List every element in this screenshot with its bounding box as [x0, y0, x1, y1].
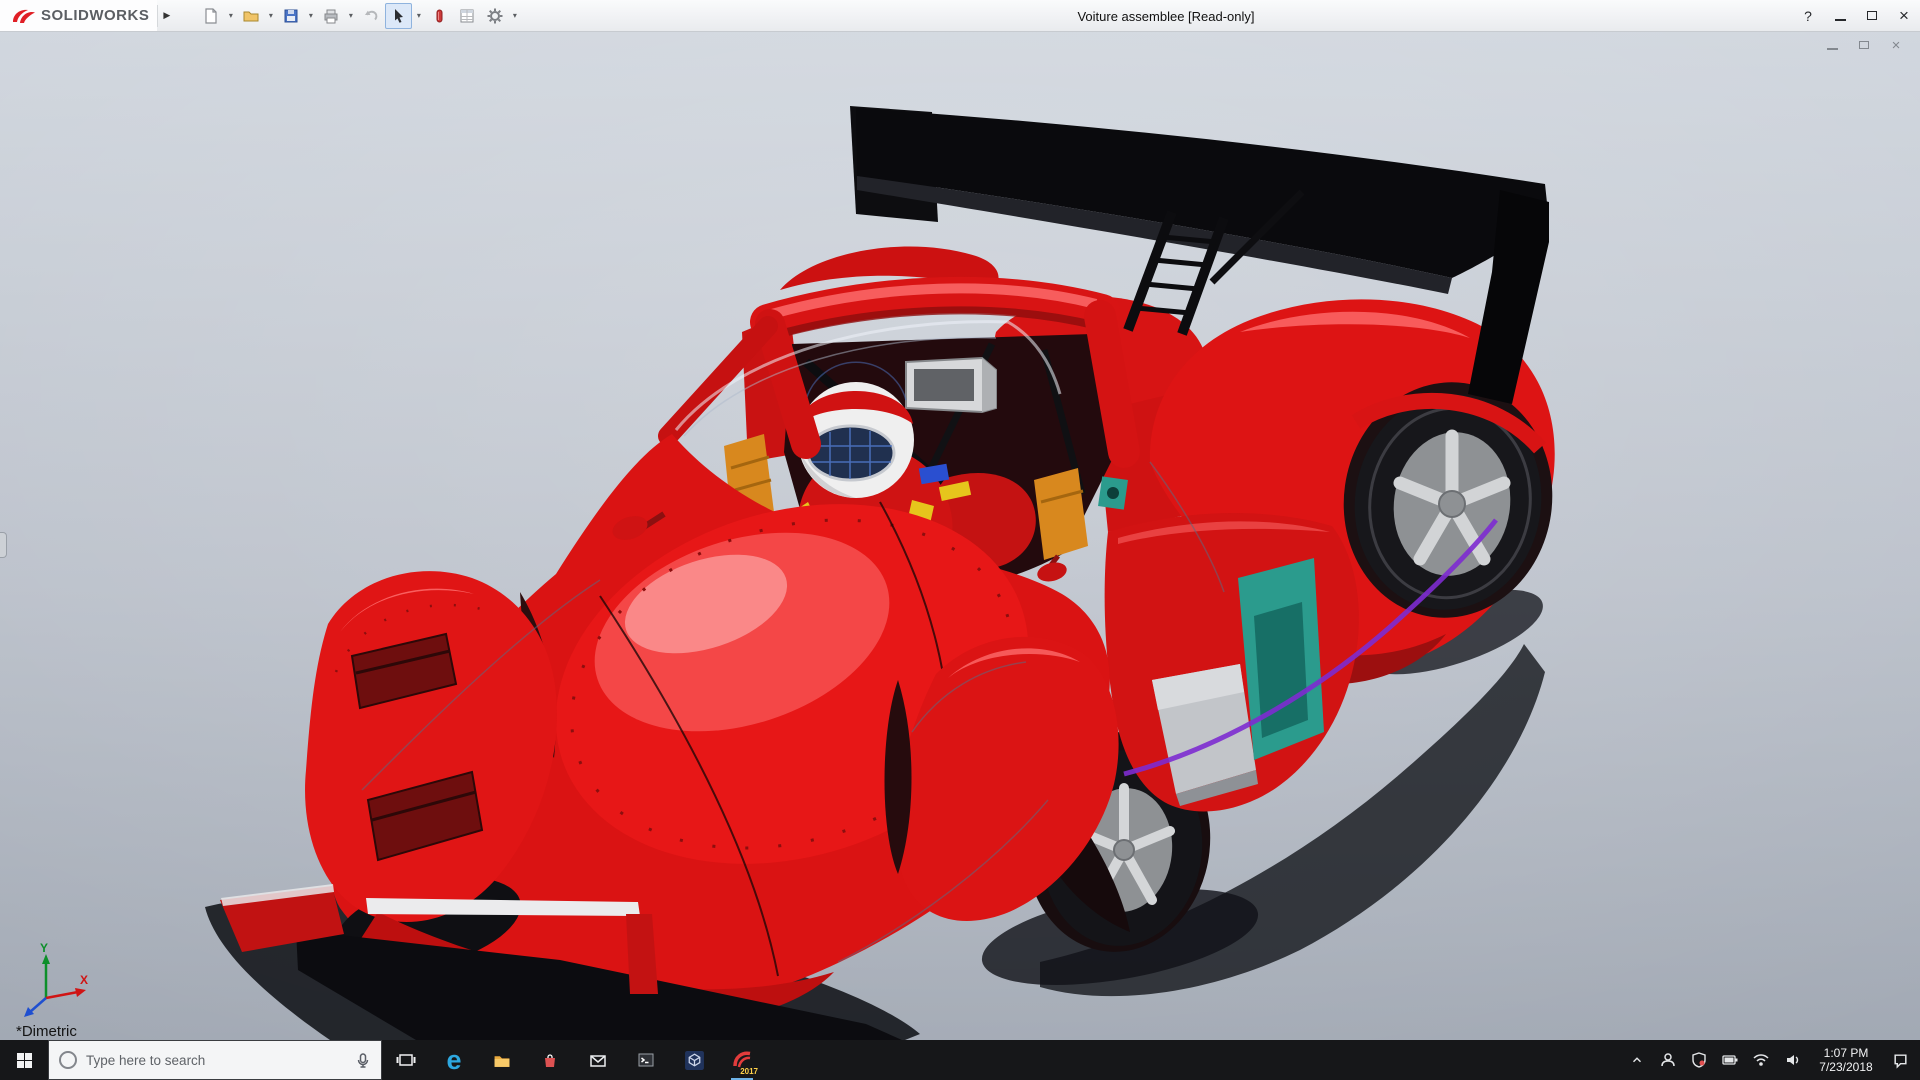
- volume-icon: [1785, 1052, 1800, 1068]
- save-button[interactable]: [277, 3, 304, 29]
- clock-date: 7/23/2018: [1813, 1060, 1879, 1074]
- mail-app-button[interactable]: [574, 1040, 622, 1080]
- undo-button[interactable]: [357, 3, 384, 29]
- network-tray-button[interactable]: [1751, 1045, 1771, 1075]
- battery-icon: [1722, 1052, 1739, 1068]
- orientation-triad-icon: Y X: [16, 940, 92, 1020]
- print-button[interactable]: [317, 3, 344, 29]
- options-button[interactable]: [481, 3, 508, 29]
- store-app-button[interactable]: [526, 1040, 574, 1080]
- svg-text:Y: Y: [40, 941, 48, 955]
- select-tool-button[interactable]: [385, 3, 412, 29]
- windows-logo-icon: [16, 1052, 33, 1069]
- print-icon: [322, 7, 340, 25]
- open-folder-icon: [242, 7, 260, 25]
- rearview-mirror: [906, 358, 996, 412]
- terminal-icon: [637, 1052, 655, 1068]
- view-orientation-label: *Dimetric: [16, 1023, 77, 1040]
- options-gear-icon: [486, 7, 504, 25]
- dassault-systemes-logo-icon: [10, 6, 36, 26]
- rebuild-button[interactable]: [425, 3, 452, 29]
- new-document-icon: [202, 7, 220, 25]
- hidden-icons-button[interactable]: [1627, 1045, 1647, 1075]
- design-table-icon: [458, 7, 476, 25]
- clock-time: 1:07 PM: [1813, 1046, 1879, 1060]
- people-tray-button[interactable]: [1658, 1045, 1678, 1075]
- new-document-dropdown[interactable]: ▾: [225, 3, 236, 29]
- file-explorer-button[interactable]: [478, 1040, 526, 1080]
- cube-app-button[interactable]: [670, 1040, 718, 1080]
- doc-minimize-icon: [1827, 48, 1838, 50]
- windows-taskbar: e: [0, 1040, 1920, 1080]
- task-view-button[interactable]: [382, 1040, 430, 1080]
- options-dropdown[interactable]: ▾: [509, 3, 520, 29]
- select-tool-dropdown[interactable]: ▾: [413, 3, 424, 29]
- search-input[interactable]: [86, 1053, 346, 1068]
- design-table-button[interactable]: [453, 3, 480, 29]
- taskbar-clock[interactable]: 1:07 PM 7/23/2018: [1813, 1046, 1879, 1074]
- doc-restore-button[interactable]: [1856, 38, 1872, 52]
- print-dropdown[interactable]: ▾: [345, 3, 356, 29]
- solidworks-version-badge: 2017: [740, 1067, 758, 1076]
- pane-splitter-handle[interactable]: [0, 532, 7, 558]
- select-cursor-icon: [390, 7, 408, 25]
- visor: [808, 426, 894, 480]
- pinned-apps: e: [382, 1040, 766, 1080]
- file-explorer-icon: [492, 1052, 512, 1069]
- restore-icon: [1867, 11, 1877, 20]
- cube-app-icon: [684, 1050, 705, 1071]
- help-button[interactable]: ?: [1792, 0, 1824, 31]
- mail-icon: [589, 1053, 607, 1068]
- network-wifi-icon: [1753, 1053, 1769, 1067]
- edge-icon: e: [446, 1047, 461, 1074]
- action-center-button[interactable]: [1890, 1045, 1910, 1075]
- system-tray: 1:07 PM 7/23/2018: [1627, 1040, 1920, 1080]
- document-title: Voiture assemblee [Read-only]: [1077, 0, 1254, 32]
- doc-close-button[interactable]: ×: [1888, 38, 1904, 52]
- start-button[interactable]: [0, 1040, 48, 1080]
- cortana-icon: [59, 1051, 77, 1069]
- logo-text: SOLIDWORKS: [41, 7, 149, 24]
- 3d-scene[interactable]: [0, 32, 1920, 1040]
- battery-tray-button[interactable]: [1720, 1045, 1740, 1075]
- main-toolbar: ▾ ▾ ▾ ▾: [197, 0, 520, 31]
- edge-app-button[interactable]: e: [430, 1040, 478, 1080]
- window-controls: ? ×: [1792, 0, 1920, 31]
- store-icon: [542, 1052, 558, 1068]
- security-shield-icon: [1691, 1052, 1707, 1068]
- security-tray-button[interactable]: [1689, 1045, 1709, 1075]
- document-window-controls: ×: [1824, 38, 1904, 52]
- undo-icon: [362, 7, 380, 25]
- chevron-up-icon: [1630, 1053, 1644, 1067]
- minimize-icon: [1835, 19, 1846, 21]
- rebuild-icon: [430, 7, 448, 25]
- graphics-area[interactable]: × Y X *Dimetric: [0, 32, 1920, 1040]
- volume-tray-button[interactable]: [1782, 1045, 1802, 1075]
- save-dropdown[interactable]: ▾: [305, 3, 316, 29]
- open-button[interactable]: [237, 3, 264, 29]
- taskbar-search[interactable]: [48, 1040, 382, 1080]
- action-center-icon: [1892, 1052, 1909, 1069]
- close-button[interactable]: ×: [1888, 0, 1920, 31]
- menu-expand-arrow[interactable]: ▶: [157, 5, 175, 27]
- microphone-icon[interactable]: [355, 1052, 371, 1069]
- titlebar: SOLIDWORKS ▶ ▾ ▾: [0, 0, 1920, 32]
- people-icon: [1660, 1052, 1676, 1068]
- doc-minimize-button[interactable]: [1824, 38, 1840, 52]
- solidworks-window: SOLIDWORKS ▶ ▾ ▾: [0, 0, 1920, 1080]
- save-icon: [282, 7, 300, 25]
- restore-button[interactable]: [1856, 0, 1888, 31]
- open-dropdown[interactable]: ▾: [265, 3, 276, 29]
- minimize-button[interactable]: [1824, 0, 1856, 31]
- solidworks-logo: SOLIDWORKS: [0, 0, 157, 31]
- solidworks-app-button[interactable]: 2017: [718, 1040, 766, 1080]
- new-document-button[interactable]: [197, 3, 224, 29]
- doc-restore-icon: [1859, 41, 1869, 49]
- task-view-icon: [396, 1051, 416, 1069]
- terminal-app-button[interactable]: [622, 1040, 670, 1080]
- svg-text:X: X: [80, 973, 88, 987]
